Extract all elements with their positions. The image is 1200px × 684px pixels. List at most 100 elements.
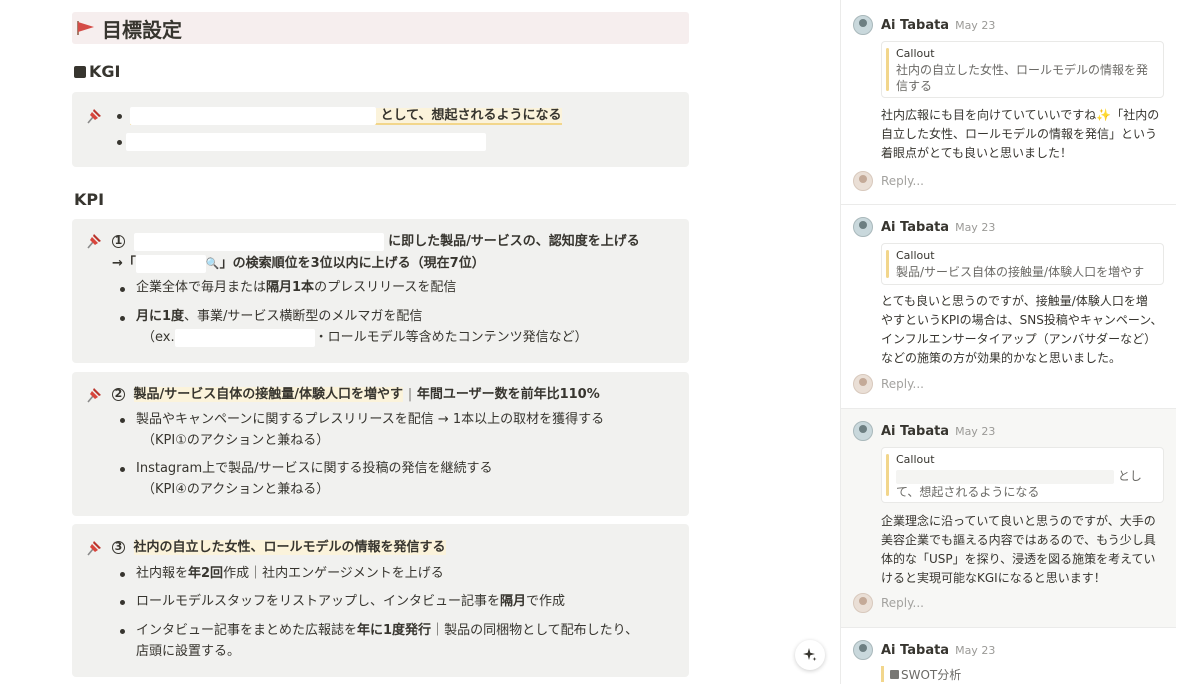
kpi1-bullet-2-line-2: （ex. ・ロールモデル等含めたコンテンツ発信など） — [142, 328, 588, 348]
redacted-text — [126, 132, 486, 151]
quoted-block[interactable]: Callout 社内の自立した女性、ロールモデルの情報を発信する — [881, 41, 1164, 98]
text: インタビュー記事をまとめた広報誌を — [136, 623, 358, 638]
redacted-text — [174, 328, 315, 347]
quote-text: 製品/サービス自体の接触量/体験人口を増やす — [896, 265, 1145, 279]
kpi-heading[interactable]: KPI — [74, 190, 104, 209]
text: ｜製品の同梱物として配布したり、 — [431, 623, 639, 638]
kgi-heading-label: KGI — [89, 62, 121, 81]
kpi3-title: 3 社内の自立した女性、ロールモデルの情報を発信する — [112, 538, 446, 558]
comment-line: 体的な「USP」を探り、浸透を図る施策を考えてい — [881, 552, 1156, 566]
kpi3-callout[interactable]: 3 社内の自立した女性、ロールモデルの情報を発信する 社内報を年2回作成｜社内エ… — [72, 524, 689, 677]
comment-body: 企業理念に沿っていて良いと思うのですが、大手の 美容企業でも謳える内容ではあるの… — [881, 512, 1166, 588]
quoted-block[interactable]: Callout 製品/サービス自体の接触量/体験人口を増やす — [881, 243, 1164, 285]
bullet — [120, 629, 125, 634]
kpi1-subtitle: →「 🔍」の検索順位を3位以内に上げる（現在7位） — [112, 254, 485, 274]
ai-assistant-button[interactable] — [795, 640, 825, 670]
text: 隔月 — [500, 594, 527, 609]
kpi2-bullet-2: Instagram上で製品/サービスに関する投稿の発信を継続する — [136, 461, 493, 476]
comment-date: May 23 — [955, 643, 996, 657]
comment-body: 社内広報にも目を向けていていいですね✨「社内の 自立した女性、ロールモデルの情報… — [881, 106, 1166, 163]
kpi1-callout[interactable]: 1 に即した製品/サービスの、認知度を上げる →「 🔍」の検索順位を3位以内に上げ… — [72, 219, 689, 363]
bullet — [120, 600, 125, 605]
comment-date: May 23 — [955, 424, 996, 438]
reply-input[interactable]: Reply... — [881, 596, 924, 610]
comment-line: やすというKPIの場合は、SNS投稿やキャンペーン、 — [881, 313, 1163, 327]
sparkles-icon: ✨ — [1096, 108, 1112, 122]
redacted-text — [133, 232, 384, 251]
quoted-page-link[interactable]: SWOT分析 — [881, 666, 961, 682]
comment-header: Ai Tabata May 23 — [853, 421, 995, 441]
square-icon — [74, 65, 86, 78]
avatar[interactable] — [853, 217, 873, 237]
bullet — [120, 287, 125, 292]
comment-thread[interactable]: Ai Tabata May 23 Callout 社内の自立した女性、ロールモデ… — [841, 0, 1176, 205]
comment-author: Ai Tabata — [881, 423, 950, 439]
quote-label: Callout — [896, 249, 935, 262]
text: 月に1度 — [136, 309, 185, 324]
comment-thread[interactable]: Ai Tabata May 23 Callout とし て、想起されるようになる… — [841, 409, 1176, 628]
reply-row[interactable]: Reply... — [853, 171, 924, 191]
comment-author: Ai Tabata — [881, 219, 950, 235]
avatar[interactable] — [853, 15, 873, 35]
document: 目標設定 KGI として、想起されるようになる KPI 1 に即した製品/サービ… — [72, 0, 690, 684]
bullet — [120, 572, 125, 577]
kpi3-bullet-2: ロールモデルスタッフをリストアップし、インタビュー記事を隔月で作成 — [136, 592, 565, 612]
avatar[interactable] — [853, 640, 873, 660]
separator: | — [407, 387, 413, 402]
bullet — [117, 140, 122, 145]
triangular-flag-icon — [77, 21, 94, 35]
quote-text: とし — [896, 468, 1155, 484]
pushpin-icon — [87, 388, 101, 403]
avatar[interactable] — [853, 421, 873, 441]
comment-body: とても良いと思うのですが、接触量/体験人口を増 やすというKPIの場合は、SNS… — [881, 292, 1166, 368]
reply-row[interactable]: Reply... — [853, 374, 924, 394]
reply-input[interactable]: Reply... — [881, 377, 924, 391]
bullet — [120, 418, 125, 423]
kpi3-bullet-3-line-2: 店頭に設置する。 — [136, 644, 241, 659]
page-heading[interactable]: 目標設定 — [72, 12, 689, 44]
pushpin-icon — [87, 234, 101, 249]
text: ロールモデルスタッフをリストアップし、インタビュー記事を — [136, 594, 501, 609]
avatar — [853, 374, 873, 394]
magnifier-icon: 🔍 — [205, 257, 220, 270]
page-title: 目標設定 — [102, 17, 182, 42]
text: 年2回 — [188, 566, 224, 581]
comment-date: May 23 — [955, 18, 996, 32]
comment-line: などの施策の方が効果的かなと思いました。 — [881, 351, 1122, 365]
pushpin-icon — [87, 541, 101, 556]
comments-panel: Ai Tabata May 23 Callout 社内の自立した女性、ロールモデ… — [840, 0, 1176, 684]
comment-line: けると実現可能なKGIになると思います！ — [881, 571, 1106, 585]
comment-line: 社内広報にも目を向けていていいですね✨「社内の — [881, 106, 1166, 125]
reply-input[interactable]: Reply... — [881, 174, 924, 188]
text: のプレスリリースを配信 — [314, 280, 457, 295]
avatar — [853, 171, 873, 191]
comment-thread[interactable]: Ai Tabata May 23 SWOT分析 — [841, 628, 1176, 684]
avatar — [853, 593, 873, 613]
comment-header: Ai Tabata May 23 — [853, 15, 995, 35]
reply-row[interactable]: Reply... — [853, 593, 924, 613]
kpi2-title: 2 製品/サービス自体の接触量/体験人口を増やす | 年間ユーザー数を前年比11… — [112, 385, 600, 405]
bullet — [117, 114, 122, 119]
quote-text: 社内の自立した女性、ロールモデルの情報を発信する — [896, 63, 1149, 93]
text: 年に1度発行 — [357, 623, 432, 638]
kgi-line-1-text: として、想起されるようになる — [380, 108, 562, 123]
kpi2-callout[interactable]: 2 製品/サービス自体の接触量/体験人口を増やす | 年間ユーザー数を前年比11… — [72, 372, 689, 516]
comment-thread[interactable]: Ai Tabata May 23 Callout 製品/サービス自体の接触量/体… — [841, 205, 1176, 409]
kgi-callout[interactable]: として、想起されるようになる — [72, 92, 689, 167]
redacted-text — [130, 106, 376, 125]
kgi-line-2 — [126, 132, 486, 152]
bullet — [120, 316, 125, 321]
kpi1-title: 1 に即した製品/サービスの、認知度を上げる — [112, 232, 640, 252]
pushpin-icon — [87, 109, 101, 124]
kpi2-bullet-1-line-2: （KPI①のアクションと兼ねる） — [142, 433, 330, 448]
redacted-text — [896, 469, 1114, 484]
kpi3-bullet-3: インタビュー記事をまとめた広報誌を年に1度発行｜製品の同梱物として配布したり、 — [136, 621, 638, 641]
kpi1-bullet-2: 月に1度、事業/サービス横断型のメルマガを配信 — [136, 307, 422, 327]
kgi-heading[interactable]: KGI — [74, 62, 120, 81]
kpi2-metric: 年間ユーザー数を前年比110% — [416, 387, 600, 402]
comment-author: Ai Tabata — [881, 642, 950, 658]
quoted-block[interactable]: Callout とし て、想起されるようになる — [881, 447, 1164, 503]
bullet — [120, 467, 125, 472]
text: 社内広報にも目を向けていていいですね — [881, 108, 1097, 122]
kpi2-title-text: 製品/サービス自体の接触量/体験人口を増やす — [133, 387, 404, 402]
